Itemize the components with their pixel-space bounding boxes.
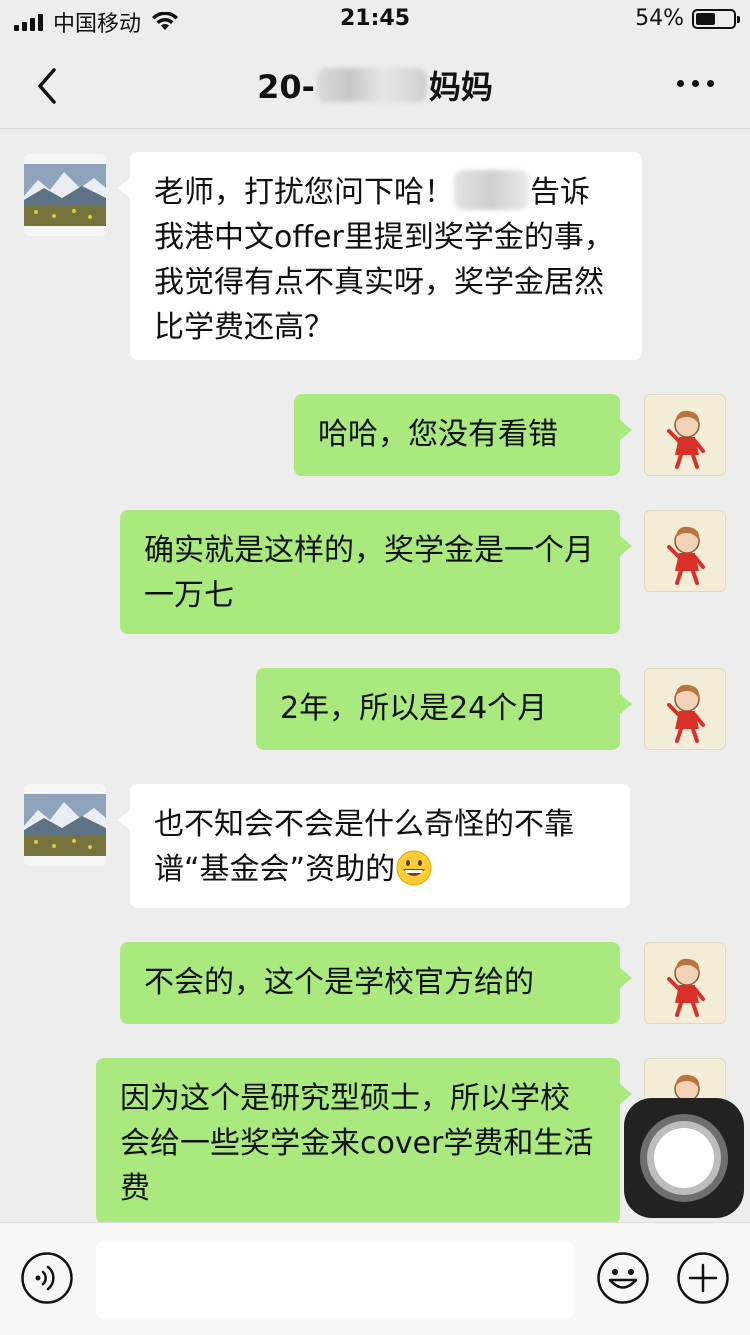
message-bubble-outgoing[interactable]: 确实就是这样的，奖学金是一个月一万七	[120, 510, 632, 634]
chat-title-prefix: 20-	[257, 68, 315, 106]
battery-tip	[737, 15, 740, 23]
battery-icon	[692, 8, 740, 29]
redacted-text-blur	[454, 170, 530, 210]
redacted-name-blur	[316, 68, 427, 102]
status-bar: 中国移动 21:45 54%	[0, 0, 750, 42]
message-input[interactable]	[96, 1241, 574, 1319]
girl-avatar-icon	[667, 526, 705, 585]
self-avatar[interactable]	[644, 668, 726, 750]
emoji-icon[interactable]	[596, 1251, 650, 1305]
message-text: 确实就是这样的，奖学金是一个月一万七	[144, 533, 594, 613]
self-avatar[interactable]	[644, 394, 726, 476]
battery-percent: 54%	[635, 6, 684, 31]
message-bubble-incoming[interactable]: 也不知会不会是什么奇怪的不靠谱“基金会”资助的	[118, 784, 630, 908]
message-bubble-outgoing[interactable]: 哈哈，您没有看错	[294, 394, 632, 476]
chat-title-suffix: 妈妈	[428, 68, 493, 106]
plus-icon[interactable]	[676, 1251, 730, 1305]
chat-input-bar	[0, 1222, 750, 1335]
assistive-touch-button[interactable]	[624, 1098, 744, 1218]
message-bubble-incoming[interactable]: 老师，打扰您问下哈！ 告诉我港中文offer里提到奖学金的事，我觉得有点不真实呀，…	[118, 152, 642, 360]
message-bubble-outgoing[interactable]: 不会的，这个是学校官方给的	[120, 942, 632, 1024]
girl-avatar-icon	[667, 684, 705, 743]
message-bubble-outgoing[interactable]: 因为这个是研究型硕士，所以学校会给一些奖学金来cover学费和生活费	[96, 1058, 632, 1224]
message-text: 因为这个是研究型硕士，所以学校会给一些奖学金来cover学费和生活费	[120, 1081, 594, 1206]
self-avatar[interactable]	[644, 942, 726, 1024]
message-text: 不会的，这个是学校官方给的	[144, 965, 534, 1000]
self-avatar[interactable]	[644, 510, 726, 592]
message-text: 哈哈，您没有看错	[318, 417, 558, 452]
status-right: 54%	[635, 6, 740, 31]
chat-title: 20- 妈妈	[0, 62, 750, 108]
contact-avatar[interactable]	[24, 154, 106, 236]
landscape-avatar-icon	[24, 794, 106, 856]
grinning-face-emoji	[396, 850, 432, 886]
battery-fill	[696, 12, 715, 25]
message-bubble-outgoing[interactable]: 2年，所以是24个月	[256, 668, 632, 750]
chat-header: 20- 妈妈	[0, 42, 750, 129]
message-text: 老师，打扰您问下哈！	[154, 175, 454, 210]
message-text: 2年，所以是24个月	[280, 691, 548, 726]
girl-avatar-icon	[667, 410, 705, 469]
girl-avatar-icon	[667, 958, 705, 1017]
contact-avatar[interactable]	[24, 784, 106, 866]
landscape-avatar-icon	[24, 164, 106, 226]
more-options-icon[interactable]	[677, 80, 714, 87]
message-text: 也不知会不会是什么奇怪的不靠谱“基金会”资助的	[154, 807, 574, 887]
voice-icon[interactable]	[20, 1251, 74, 1305]
